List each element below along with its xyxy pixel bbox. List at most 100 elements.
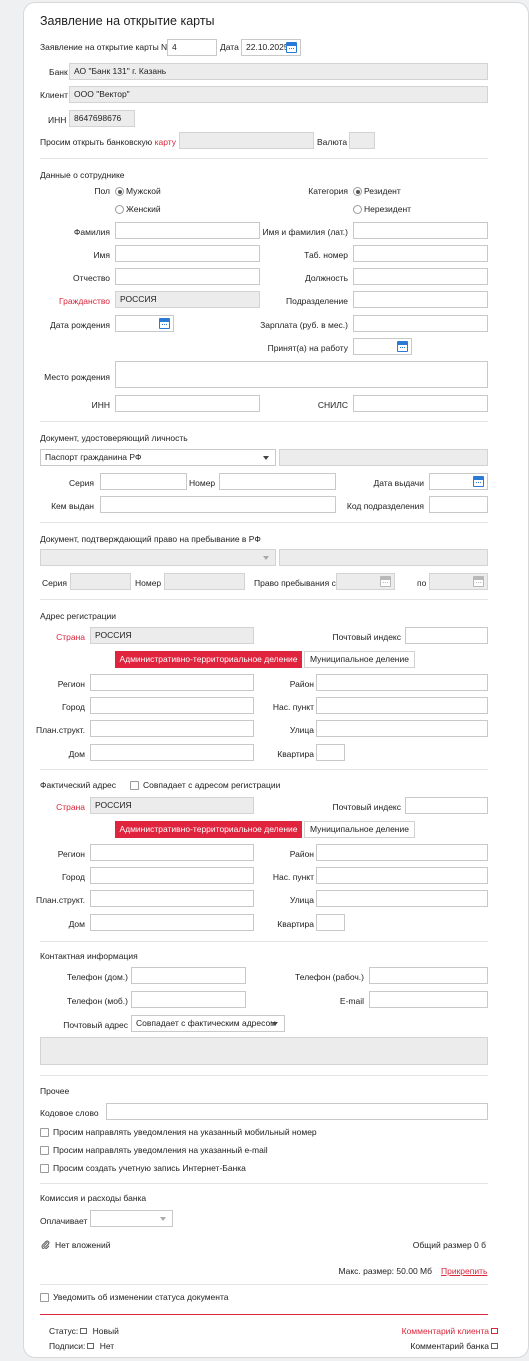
resident-radio[interactable] <box>353 187 362 196</box>
external-link-icon[interactable] <box>80 1328 88 1334</box>
fact-plan-input[interactable] <box>90 890 254 907</box>
number-input[interactable]: 4 <box>167 39 217 56</box>
reg-settlement-input[interactable] <box>316 697 488 714</box>
tab-number-input[interactable] <box>353 245 488 262</box>
doc-type-select[interactable]: Паспорт гражданина РФ <box>40 449 276 466</box>
same-as-reg-checkbox[interactable] <box>130 781 139 790</box>
salary-input[interactable] <box>353 315 488 332</box>
divider <box>40 1183 488 1184</box>
notify-mobile-checkbox[interactable] <box>40 1128 49 1137</box>
name-input[interactable] <box>115 245 260 262</box>
calendar-icon[interactable] <box>286 42 297 53</box>
birth-place-label: Место рождения <box>44 372 110 382</box>
external-link-icon[interactable] <box>491 1328 498 1334</box>
sex-female-radio[interactable] <box>115 205 124 214</box>
reg-tab-municipal[interactable]: Муниципальное деление <box>304 651 415 668</box>
card-type-field[interactable] <box>179 132 314 149</box>
date-input[interactable]: 22.10.2025 <box>241 39 301 56</box>
create-ib-checkbox[interactable] <box>40 1164 49 1173</box>
client-comment-link[interactable]: Комментарий клиента <box>402 1326 489 1336</box>
client-comment-row[interactable]: Комментарий клиента <box>402 1325 498 1337</box>
nonresident-radio[interactable] <box>353 205 362 214</box>
status-row: Статус: Новый <box>49 1325 119 1337</box>
postal-address-text <box>40 1037 488 1065</box>
attach-link[interactable]: Прикрепить <box>441 1265 487 1277</box>
code-word-input[interactable] <box>106 1103 488 1120</box>
fact-country-link[interactable]: Страна <box>56 801 85 813</box>
calendar-icon <box>473 576 484 587</box>
position-input[interactable] <box>353 268 488 285</box>
name-label: Имя <box>93 250 110 260</box>
section-employee: Данные о сотруднике <box>40 170 125 180</box>
number-label: Заявление на открытие карты N <box>40 42 168 52</box>
fact-house-input[interactable] <box>90 914 254 931</box>
surname-input[interactable] <box>115 222 260 239</box>
fact-tab-municipal[interactable]: Муниципальное деление <box>304 821 415 838</box>
fact-postcode-input[interactable] <box>405 797 488 814</box>
fact-region-label: Регион <box>57 849 85 859</box>
email-input[interactable] <box>369 991 488 1008</box>
divider <box>40 941 488 942</box>
reg-street-label: Улица <box>289 725 314 735</box>
reg-plan-input[interactable] <box>90 720 254 737</box>
external-link-icon[interactable] <box>491 1343 498 1349</box>
department-input[interactable] <box>353 291 488 308</box>
employee-inn-input[interactable] <box>115 395 260 412</box>
series-input[interactable] <box>100 473 187 490</box>
stay-doc-extra-field <box>279 549 488 566</box>
payer-select[interactable] <box>90 1210 173 1227</box>
phone-work-input[interactable] <box>369 967 488 984</box>
fact-region-input[interactable] <box>90 844 254 861</box>
doc-type-value: Паспорт гражданина РФ <box>45 452 142 462</box>
phone-home-input[interactable] <box>131 967 246 984</box>
email-label: E-mail <box>339 996 364 1006</box>
reg-country-link[interactable]: Страна <box>56 631 85 643</box>
stay-from-label: Право пребывания с <box>254 578 336 588</box>
patronymic-input[interactable] <box>115 268 260 285</box>
calendar-icon[interactable] <box>159 318 170 329</box>
dept-code-input[interactable] <box>429 496 488 513</box>
sex-male-radio[interactable] <box>115 187 124 196</box>
reg-region-input[interactable] <box>90 674 254 691</box>
phone-mobile-input[interactable] <box>131 991 246 1008</box>
birth-place-input[interactable] <box>115 361 488 388</box>
external-link-icon[interactable] <box>87 1343 95 1349</box>
calendar-icon[interactable] <box>397 341 408 352</box>
reg-district-input[interactable] <box>316 674 488 691</box>
section-stay-doc: Документ, подтверждающий право на пребыв… <box>40 534 261 544</box>
fact-district-input[interactable] <box>316 844 488 861</box>
reg-street-input[interactable] <box>316 720 488 737</box>
issue-date-input[interactable] <box>429 473 488 490</box>
fact-apartment-input[interactable] <box>316 914 345 931</box>
stay-series-label: Серия <box>42 578 67 588</box>
currency-field[interactable] <box>349 132 375 149</box>
fact-street-input[interactable] <box>316 890 488 907</box>
fact-settlement-input[interactable] <box>316 867 488 884</box>
doc-number-input[interactable] <box>219 473 336 490</box>
notify-status-checkbox[interactable] <box>40 1293 49 1302</box>
bank-comment-link[interactable]: Комментарий банка <box>410 1341 489 1351</box>
stay-number-input <box>164 573 245 590</box>
reg-apartment-input[interactable] <box>316 744 345 761</box>
client-field: ООО "Вектор" <box>69 86 488 103</box>
citizenship-link[interactable]: Гражданство <box>59 295 110 307</box>
postal-address-select[interactable]: Совпадает с фактическим адресом <box>131 1015 285 1032</box>
issued-by-input[interactable] <box>100 496 336 513</box>
calendar-icon[interactable] <box>473 476 484 487</box>
card-type-link[interactable]: карту <box>155 137 176 147</box>
doc-extra-field <box>279 449 488 466</box>
fact-tab-admin[interactable]: Административно-территориальное деление <box>115 821 302 838</box>
position-label: Должность <box>304 273 348 283</box>
reg-postcode-input[interactable] <box>405 627 488 644</box>
notify-email-checkbox[interactable] <box>40 1146 49 1155</box>
latin-name-input[interactable] <box>353 222 488 239</box>
birth-date-input[interactable] <box>115 315 174 332</box>
hired-date-input[interactable] <box>353 338 412 355</box>
fact-city-input[interactable] <box>90 867 254 884</box>
snils-input[interactable] <box>353 395 488 412</box>
reg-tab-admin[interactable]: Административно-территориальное деление <box>115 651 302 668</box>
reg-plan-label: План.структ. <box>35 725 85 735</box>
bank-comment-row[interactable]: Комментарий банка <box>410 1340 498 1352</box>
reg-house-input[interactable] <box>90 744 254 761</box>
reg-city-input[interactable] <box>90 697 254 714</box>
